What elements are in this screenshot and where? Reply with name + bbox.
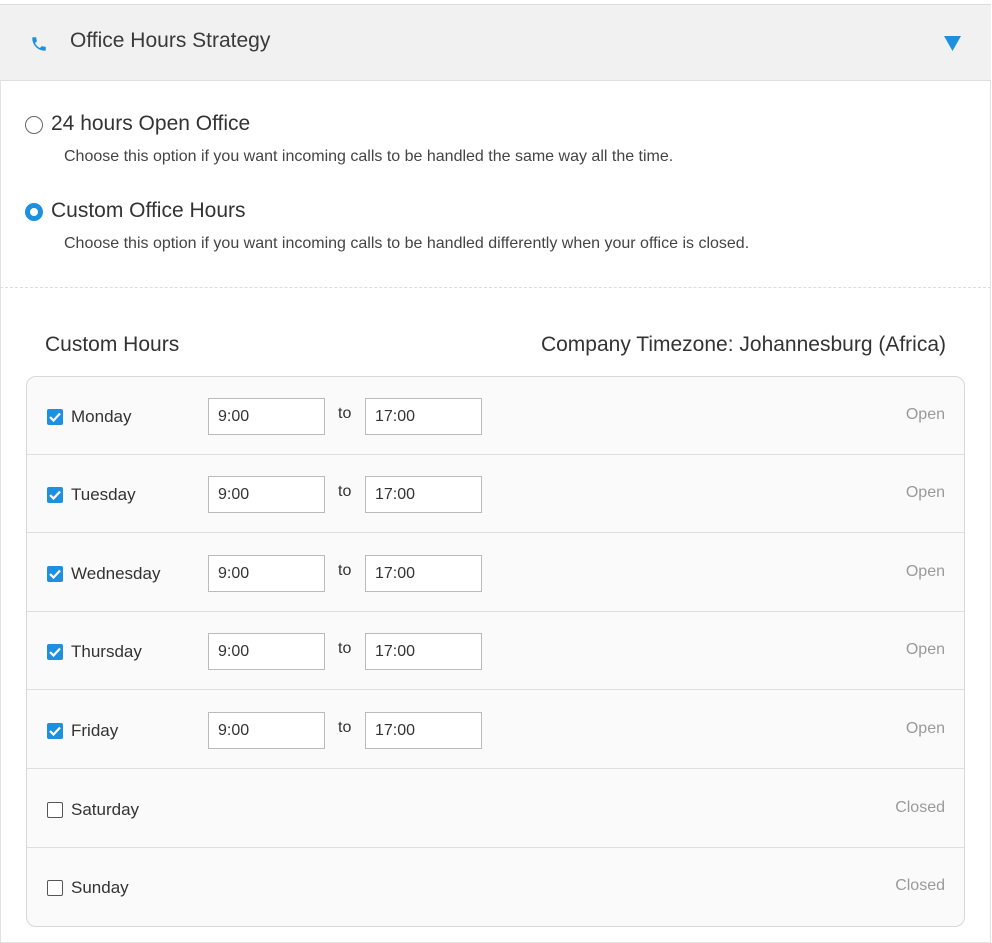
day-label: Thursday [71,642,142,661]
option-description: Choose this option if you want incoming … [64,235,750,252]
day-label: Tuesday [71,485,136,504]
end-time-input[interactable]: 17:00 [365,712,482,749]
panel-header[interactable]: Office Hours Strategy [0,4,991,81]
day-checkbox[interactable] [47,409,63,425]
day-checkbox[interactable] [47,723,63,739]
hours-table: Monday 9:00 to 17:00 Open Tuesday 9:00 t… [26,376,965,927]
to-label: to [338,483,352,500]
start-time-input[interactable]: 9:00 [208,398,325,435]
to-label: to [338,562,352,579]
day-checkbox[interactable] [47,566,63,582]
day-status: Open [905,720,945,737]
day-status: Open [905,484,945,501]
day-label: Friday [71,721,119,740]
triangle-down-icon[interactable] [944,36,961,51]
day-status: Open [905,641,945,658]
panel-title: Office Hours Strategy [70,29,271,52]
custom-hours-title: Custom Hours [45,333,180,356]
to-label: to [338,640,352,657]
day-label: Sunday [71,878,129,897]
phone-icon [30,35,48,53]
day-row-friday: Friday 9:00 to 17:00 Open [27,691,964,769]
day-row-wednesday: Wednesday 9:00 to 17:00 Open [27,534,964,612]
radio-custom-hours[interactable] [25,203,43,221]
day-row-sunday: Sunday Closed [27,848,964,926]
day-checkbox[interactable] [47,644,63,660]
start-time-input[interactable]: 9:00 [208,712,325,749]
section-divider [0,287,991,288]
day-checkbox[interactable] [47,487,63,503]
day-checkbox[interactable] [47,880,63,896]
end-time-input[interactable]: 17:00 [365,398,482,435]
day-label: Wednesday [71,564,161,583]
radio-24-hours[interactable] [25,116,43,134]
start-time-input[interactable]: 9:00 [208,555,325,592]
day-label: Saturday [71,800,140,819]
option-description: Choose this option if you want incoming … [64,148,674,165]
to-label: to [338,719,352,736]
end-time-input[interactable]: 17:00 [365,476,482,513]
day-status: Closed [895,799,945,816]
day-status: Open [905,406,945,423]
day-row-monday: Monday 9:00 to 17:00 Open [27,377,964,455]
day-row-tuesday: Tuesday 9:00 to 17:00 Open [27,455,964,533]
end-time-input[interactable]: 17:00 [365,555,482,592]
day-label: Monday [71,407,132,426]
company-timezone: Company Timezone: Johannesburg (Africa) [541,333,946,357]
day-row-saturday: Saturday Closed [27,770,964,848]
start-time-input[interactable]: 9:00 [208,476,325,513]
day-status: Closed [895,877,945,894]
option-label[interactable]: 24 hours Open Office [51,112,250,136]
day-status: Open [905,563,945,580]
timezone-value: Johannesburg (Africa) [739,333,946,356]
day-row-thursday: Thursday 9:00 to 17:00 Open [27,612,964,690]
timezone-label: Company Timezone: [540,333,734,356]
start-time-input[interactable]: 9:00 [208,633,325,670]
end-time-input[interactable]: 17:00 [365,633,482,670]
to-label: to [338,405,352,422]
day-checkbox[interactable] [47,802,63,818]
option-label[interactable]: Custom Office Hours [51,199,246,223]
